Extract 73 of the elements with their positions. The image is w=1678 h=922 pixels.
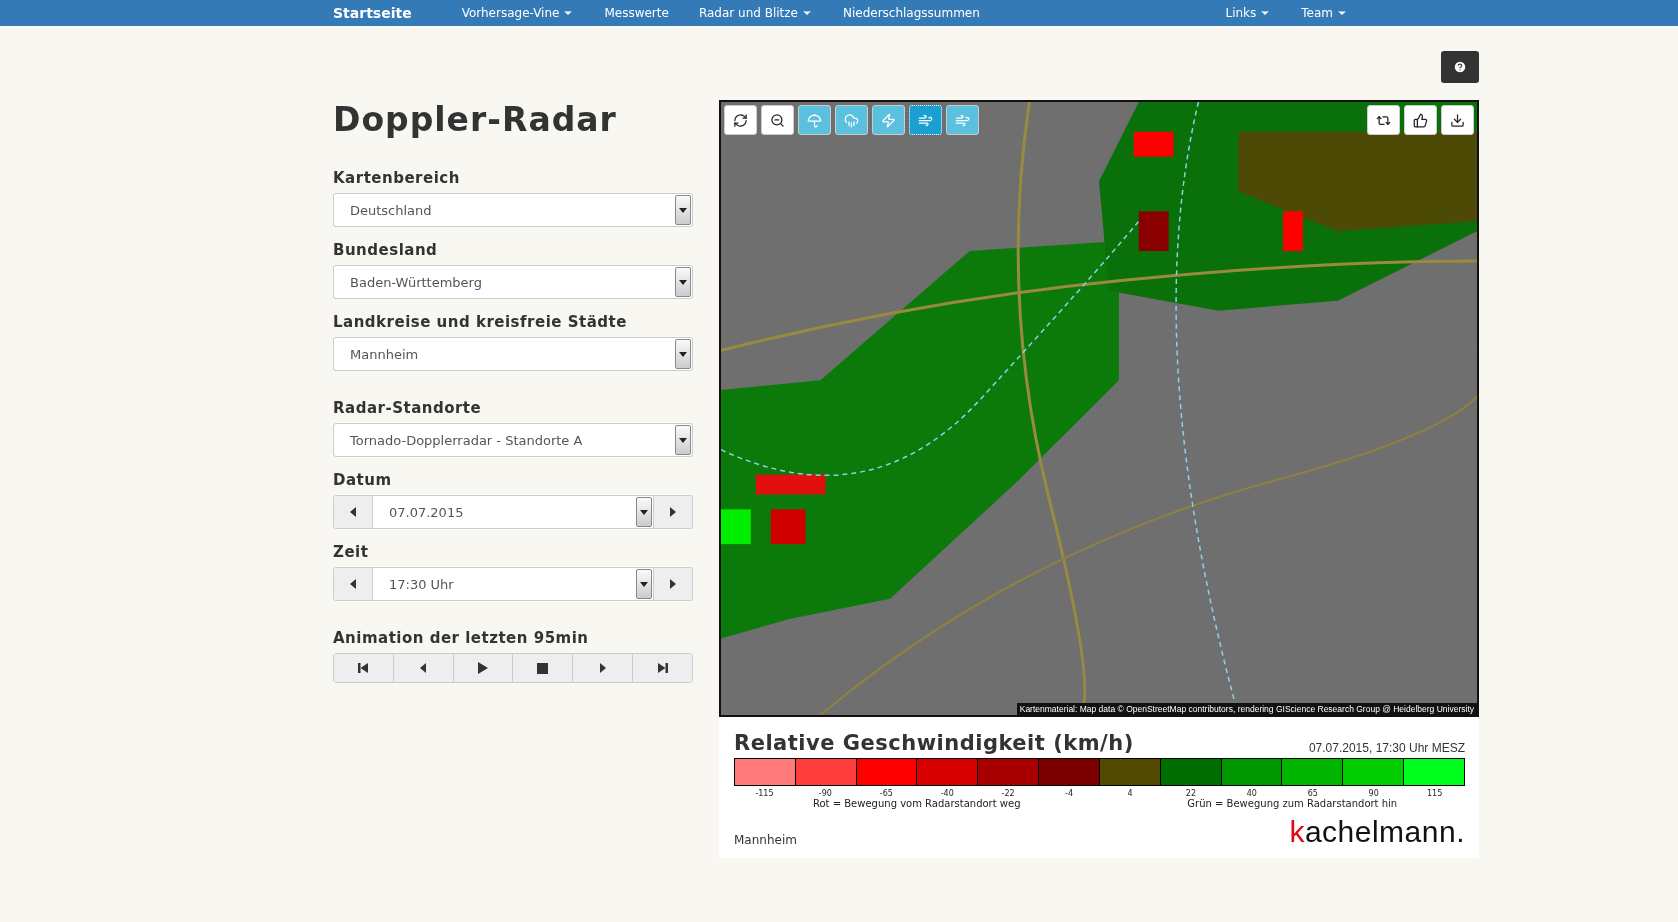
next-icon [597, 662, 608, 674]
field-label: Radar-Standorte [333, 399, 483, 417]
rain-cloud-icon [844, 112, 859, 128]
date-dropdown[interactable]: 07.07.2015 [372, 496, 654, 528]
thumbs-up-icon [1413, 112, 1428, 128]
wind-icon [955, 112, 970, 128]
play-icon [477, 662, 490, 674]
skip-forward-icon [656, 662, 669, 674]
scale-label: -115 [754, 788, 775, 798]
timestamp: 07.07.2015, 17:30 Uhr MESZ [1308, 741, 1465, 755]
brand-logo: kachelmann. [1289, 817, 1465, 847]
nav-link[interactable]: Vorhersage-Vine [461, 6, 575, 20]
left-triangle-icon [348, 506, 358, 518]
nav-link[interactable]: Links [1225, 6, 1272, 20]
right-triangle-icon [668, 506, 678, 518]
map-attribution: Kartenmaterial: Map data © OpenStreetMap contributors, rendering GIScience Research Group @ Heidelberg University [1016, 703, 1477, 715]
legend-title: Relative Geschwindigkeit (km/h) [734, 731, 1134, 755]
previous-icon [418, 662, 429, 674]
left-triangle-icon [348, 578, 358, 590]
time-dropdown[interactable]: 17:30 Uhr [372, 568, 654, 600]
download-icon [1450, 112, 1465, 128]
nav-link[interactable]: Team [1301, 6, 1348, 20]
dropdown[interactable]: Deutschland [333, 193, 693, 227]
skip-back-icon [357, 662, 370, 674]
right-triangle-icon [668, 578, 678, 590]
refresh-button[interactable] [724, 105, 757, 135]
scale-label: 22 [1184, 788, 1197, 798]
help-icon [1453, 60, 1467, 74]
scale-label: 90 [1367, 788, 1380, 798]
legend-note: Rot = Bewegung vom Radarstandort weg [812, 798, 1022, 809]
zoom-out-icon [770, 112, 785, 128]
first-frame-button[interactable] [334, 654, 394, 682]
dropdown[interactable]: Baden-Württemberg [333, 265, 693, 299]
scale-label: 115 [1425, 788, 1444, 798]
stop-icon [537, 662, 549, 674]
page-title: Doppler-Radar [333, 100, 618, 139]
refresh-icon [733, 112, 748, 128]
zoom-out-button[interactable] [761, 105, 794, 135]
nav-link[interactable]: Radar und Blitze [698, 6, 813, 20]
field-label: Zeit [333, 543, 370, 561]
dropdown[interactable]: Tornado-Dopplerradar - Standorte A [333, 423, 693, 457]
like-button[interactable] [1404, 105, 1437, 135]
dropdown[interactable]: Mannheim [333, 337, 693, 371]
caret-icon [640, 581, 648, 587]
scale-label: -22 [1000, 788, 1016, 798]
scale-label: 40 [1245, 788, 1258, 798]
nav-link[interactable]: Niederschlagssummen [842, 6, 980, 20]
scale-label: -40 [939, 788, 955, 798]
nav-link[interactable]: Messwerte [604, 6, 669, 20]
scale-label: -90 [817, 788, 833, 798]
wind-icon [918, 112, 933, 128]
help-button[interactable] [1441, 51, 1479, 83]
caret-icon [679, 207, 687, 213]
download-button[interactable] [1441, 105, 1474, 135]
umbrella-icon [807, 112, 822, 128]
scale-label: -4 [1064, 788, 1075, 798]
nav-brand[interactable]: Startseite [333, 5, 412, 21]
caret-icon [679, 351, 687, 357]
caret-icon [679, 279, 687, 285]
repeat-button[interactable] [1367, 105, 1400, 135]
field-label: Kartenbereich [333, 169, 461, 187]
section-label: Animation der letzten 95min [333, 629, 590, 647]
location-label: Mannheim [734, 833, 797, 847]
caret-icon [640, 509, 648, 515]
caret-icon [679, 437, 687, 443]
field-label: Datum [333, 471, 393, 489]
scale-label: -65 [878, 788, 894, 798]
lightning-icon [881, 112, 896, 128]
field-label: Landkreise und kreisfreie Städte [333, 313, 628, 331]
scale-label: 4 [1126, 788, 1134, 798]
legend-note: Grün = Bewegung zum Radarstandort hin [1186, 798, 1399, 809]
field-label: Bundesland [333, 241, 439, 259]
scale-label: 65 [1306, 788, 1319, 798]
